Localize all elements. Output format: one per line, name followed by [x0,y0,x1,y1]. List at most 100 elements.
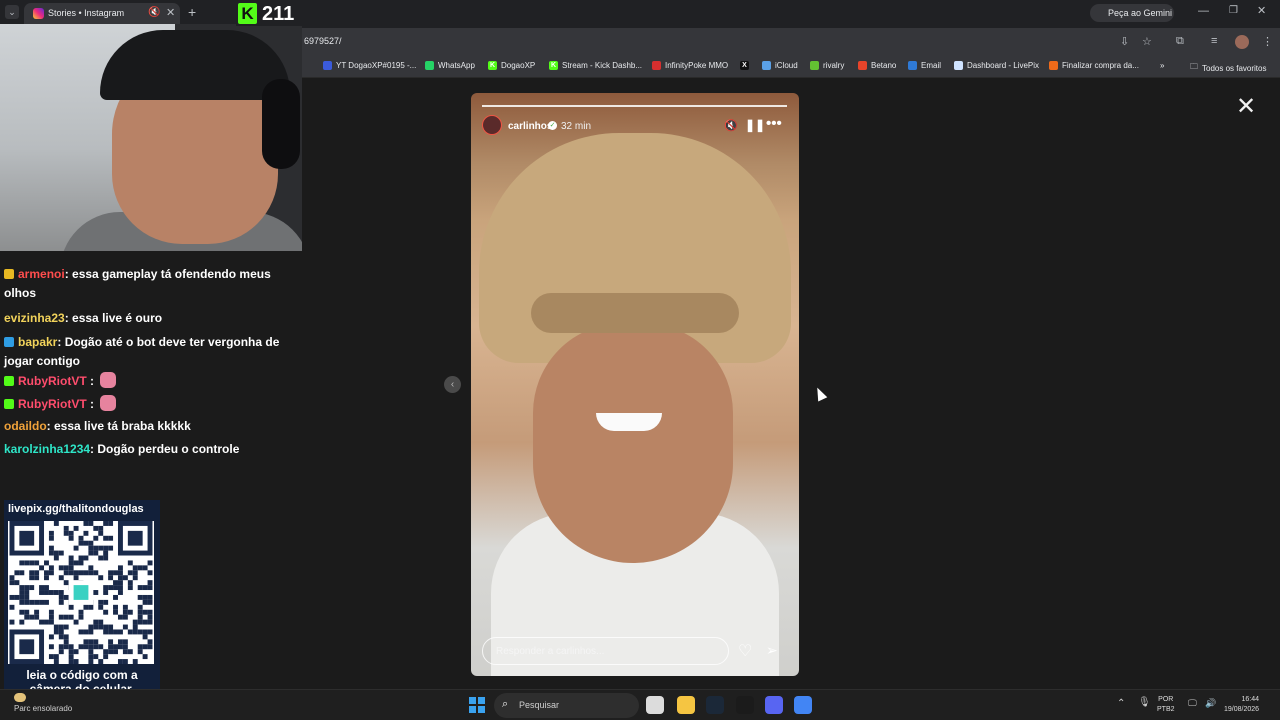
qr-module [34,609,40,615]
qr-module [98,619,104,625]
bookmark-item[interactable]: Dashboard - LivePix [954,61,1039,70]
qr-module [48,550,54,556]
story-card[interactable]: carlinhos ✓ 32 min 🔇 ❚❚ ••• Responder a … [471,93,799,676]
extensions-icon[interactable]: ⧉ [1176,35,1184,48]
bookmark-item[interactable]: rivalry [810,61,844,70]
bookmark-item[interactable]: WhatsApp [425,61,475,70]
task-view-icon[interactable] [646,696,664,714]
bookmark-item[interactable]: K DogaoXP [488,61,535,70]
bookmark-item[interactable]: YT DogaoXP#0195 -... [323,61,416,70]
qr-module [108,624,114,630]
install-app-icon[interactable]: ⇩ [1120,35,1129,48]
qr-module [83,530,89,536]
tab-close-icon[interactable]: ✕ [166,6,175,19]
bookmarks-overflow-button[interactable]: » [1160,61,1164,70]
qr-module [83,521,89,526]
volume-icon[interactable]: 🔊 [1205,698,1216,709]
livepix-qr-panel: livepix.gg/thalitondouglas leia o código… [4,500,160,701]
steam-icon[interactable] [706,696,724,714]
qr-module [48,590,54,595]
qr-module [147,614,153,620]
qr-module [19,560,25,566]
tab-mute-icon[interactable]: 🔇 [148,7,160,18]
qr-module [63,634,69,640]
weather-text[interactable]: Parc ensolarado [14,704,72,713]
chat-username[interactable]: bapakr [18,335,57,349]
profile-avatar[interactable] [1235,35,1249,49]
qr-module [53,590,59,595]
tab-search-button[interactable]: ⌄ [5,5,19,19]
chat-username[interactable]: odaildo [4,419,47,433]
all-favorites-button[interactable]: 🗀 Todos os favoritos [1190,61,1266,75]
bookmark-item[interactable]: Betano [858,61,896,70]
bookmark-star-icon[interactable]: ☆ [1142,35,1152,48]
bookmark-item[interactable]: Email [908,61,941,70]
qr-module [58,565,64,571]
discord-icon[interactable] [765,696,783,714]
chat-username[interactable]: armenoi [18,267,65,281]
qr-module [63,639,69,645]
qr-module [24,585,30,591]
mute-icon[interactable]: 🔇 [724,119,738,132]
qr-module [19,639,35,655]
bookmark-item[interactable]: Finalizar compra da... [1049,61,1139,70]
qr-module [63,594,69,600]
heart-icon[interactable]: ♡ [738,641,752,661]
chat-username[interactable]: RubyRiotVT [18,397,87,411]
taskbar-search[interactable]: ⌕ Pesquisar [494,693,639,718]
qr-module [93,570,99,576]
minimize-icon[interactable]: — [1198,5,1209,17]
chrome-icon[interactable] [794,696,812,714]
qr-module [132,624,138,630]
url-field[interactable]: 6979527/ [304,36,342,46]
tray-overflow-icon[interactable]: ⌃ [1117,698,1125,709]
network-icon[interactable]: 🖵 [1188,698,1197,709]
qr-module [88,550,94,556]
send-icon[interactable]: ➢ [766,642,778,659]
system-clock[interactable]: 16:44 19/08/2026 [1224,695,1259,715]
input-language[interactable]: POR PTB2 [1157,695,1175,715]
story-user-avatar[interactable] [482,115,502,135]
file-explorer-icon[interactable] [677,696,695,714]
qr-module [39,585,45,591]
story-username[interactable]: carlinhos [508,121,552,132]
bookmark-favicon-icon [652,61,661,70]
search-placeholder: Pesquisar [519,700,560,710]
previous-story-button[interactable]: ‹ [444,376,461,393]
qr-module [142,599,148,605]
media-controls-icon[interactable]: ≡ [1211,35,1217,47]
browser-menu-icon[interactable]: ⋮ [1262,35,1273,48]
window-close-icon[interactable]: ✕ [1257,4,1266,17]
qr-module [44,560,49,566]
start-button[interactable] [469,697,485,713]
chat-username[interactable]: karolzinha1234 [4,442,90,456]
qr-module [44,590,49,595]
qr-module [103,550,109,556]
qr-module [78,629,84,635]
chat-username[interactable]: RubyRiotVT [18,374,87,388]
qr-module [73,619,79,625]
bookmark-item[interactable]: X [740,61,753,70]
qr-module [58,550,64,556]
microphone-icon[interactable]: 🎙 [1138,697,1151,708]
more-options-icon[interactable]: ••• [766,115,782,132]
chat-badge-icon [4,376,14,386]
qr-module [78,540,84,546]
gemini-button[interactable]: Peça ao Gemini [1090,4,1174,22]
bookmark-item[interactable]: K Stream - Kick Dashb... [549,61,642,70]
bookmark-item[interactable]: InfinityPoke MMO [652,61,728,70]
new-tab-button[interactable]: + [188,4,196,20]
qr-module [127,580,133,586]
story-reply-input[interactable]: Responder a carlinhos... [482,637,729,665]
maximize-icon[interactable]: ❐ [1229,5,1238,16]
qr-module [58,575,64,581]
pause-icon[interactable]: ❚❚ [745,118,765,132]
qr-module [88,654,94,660]
webcam-feed [0,24,302,251]
chat-text: : [86,397,95,411]
tab-instagram-stories[interactable]: Stories • Instagram 🔇 ✕ [24,3,180,25]
chat-username[interactable]: evizinha23 [4,311,65,325]
close-viewer-icon[interactable]: ✕ [1236,92,1256,121]
bookmark-item[interactable]: iCloud [762,61,798,70]
kick-icon[interactable] [736,696,754,714]
